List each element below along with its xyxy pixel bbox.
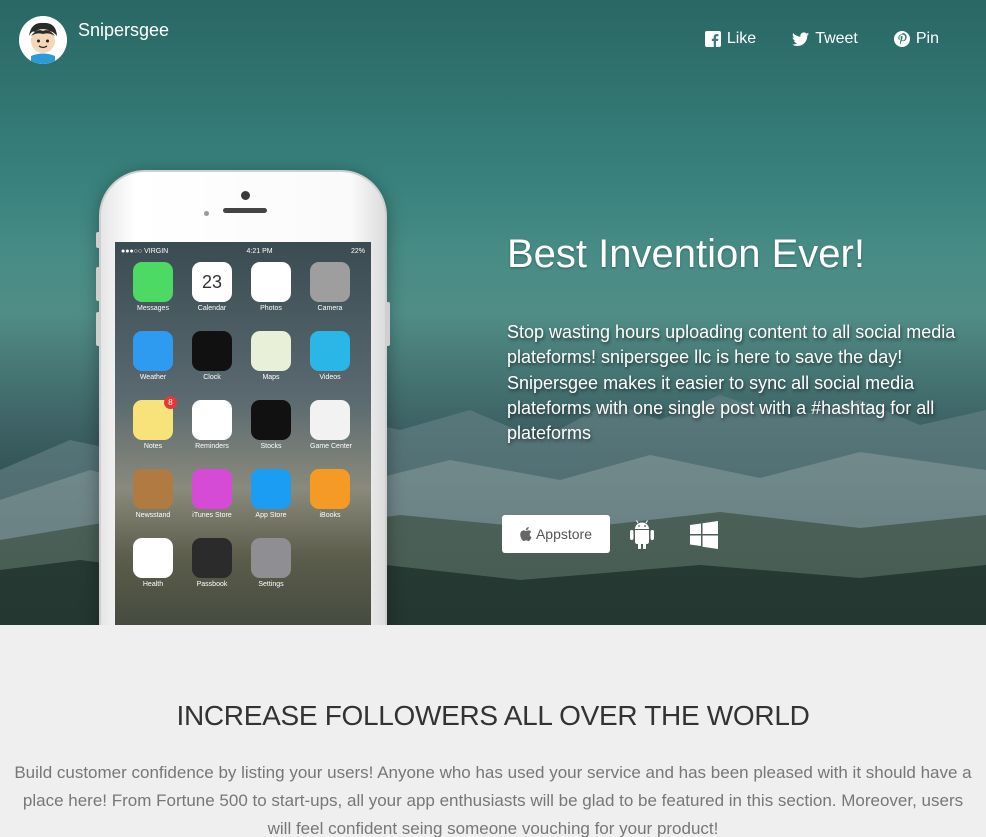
facebook-icon [704,31,721,47]
phone-app-health: Health [133,538,173,588]
app-label: Videos [319,374,341,381]
app-label: Photos [260,305,282,312]
app-label: Calendar [197,305,227,312]
mute-switch [96,232,100,248]
notification-badge: 8 [164,396,177,409]
phone-app-app-store: App Store [251,469,291,519]
volume-down-button [96,312,100,346]
reminders-icon [192,400,232,440]
weather-icon [133,331,173,371]
camera-icon [310,262,350,302]
videos-icon [310,331,350,371]
phone-status-bar: ●●●○○ VIRGIN 4:21 PM 22% [115,244,371,258]
carrier-label: ●●●○○ VIRGIN [121,247,169,255]
phone-app-reminders: Reminders [192,400,232,450]
cartoon-face-icon [19,16,67,64]
volume-up-button [96,267,100,301]
phone-app-calendar: 23 Calendar [192,262,232,312]
features-title: INCREASE FOLLOWERS ALL OVER THE WORLD [176,700,810,731]
phone-app-camera: Camera [310,262,350,312]
app-label: Camera [317,305,343,312]
notes-icon: 8 [133,396,177,440]
app-label: iTunes Store [192,512,232,519]
appstore-button[interactable]: Appstore [502,515,610,553]
phone-app-clock: Clock [192,331,232,381]
app-label: Reminders [195,443,229,450]
app-label: Health [142,581,164,588]
battery-label: 22% [350,247,365,255]
app-label: Clock [203,374,221,381]
stocks-icon [251,400,291,440]
phone-app-stocks: Stocks [251,400,291,450]
phone-app-newsstand: Newsstand [133,469,173,519]
windows-icon[interactable] [690,521,718,549]
phone-screen: ●●●○○ VIRGIN 4:21 PM 22% Messages 23 Calen… [115,242,371,625]
phone-app-game-center: Game Center [310,400,353,450]
app-store-icon [251,469,291,509]
time-label: 4:21 PM [246,247,273,255]
clock-icon [192,331,232,371]
maps-icon [251,331,291,371]
hero-lead-text: Stop wasting hours uploading content to … [507,322,956,444]
itunes-store-icon [192,469,232,509]
app-label: Maps [262,374,280,381]
tweet-label: Tweet [815,30,858,47]
app-label: Game Center [310,443,353,450]
earpiece-speaker [223,208,267,213]
app-label: Stocks [260,443,282,450]
pinterest-icon [893,31,910,47]
settings-icon [251,538,291,578]
app-label: Settings [258,581,284,588]
brand[interactable]: Snipersgee [19,16,169,64]
messages-icon [133,262,173,302]
calendar-icon: 23 [192,262,232,302]
phone-app-passbook: Passbook [192,538,232,588]
apple-icon [520,527,532,541]
pinterest-pin-link[interactable]: Pin [893,30,939,48]
app-label: App Store [255,512,287,519]
phone-app-notes: 8 Notes [133,396,177,450]
brand-name: Snipersgee [78,20,170,40]
android-icon[interactable] [629,519,655,549]
features-text: Build customer confidence by listing you… [14,763,972,837]
appstore-label: Appstore [535,526,593,542]
app-label: Weather [139,374,167,381]
twitter-icon [792,32,810,46]
passbook-icon [192,538,232,578]
ibooks-icon [310,469,350,509]
app-label: Passbook [196,581,228,588]
phone-app-settings: Settings [251,538,291,588]
facebook-like-link[interactable]: Like [704,30,757,48]
phone-app-weather: Weather [133,331,173,381]
game-center-icon [310,400,350,440]
avatar [19,16,67,64]
phone-app-messages: Messages [133,262,173,312]
phone-app-itunes-store: iTunes Store [192,469,232,519]
app-label: Newsstand [135,512,171,519]
sensor-dot [204,211,209,216]
app-label: iBooks [319,512,341,519]
hero-headline: Best Invention Ever! [507,232,865,276]
home-screen-grid: Messages 23 Calendar Photos Camera Weather Clo… [133,262,365,588]
pin-label: Pin [915,30,939,47]
phone-app-maps: Maps [251,331,291,381]
power-button [386,302,390,346]
app-label: Notes [143,443,163,450]
phone-app-ibooks: iBooks [310,469,350,519]
newsstand-icon [133,469,173,509]
phone-app-videos: Videos [310,331,350,381]
photos-icon [251,262,291,302]
app-label: Messages [137,305,169,312]
hero-section: Snipersgee Like Tweet Pin ●●●○○ VIRGIN 4… [0,0,986,625]
like-label: Like [726,30,757,47]
iphone-mockup: ●●●○○ VIRGIN 4:21 PM 22% Messages 23 Calen… [96,170,390,625]
twitter-tweet-link[interactable]: Tweet [792,30,858,48]
calendar-date: 23 [201,271,223,292]
front-camera [241,191,250,200]
phone-app-photos: Photos [251,262,291,312]
health-icon [133,538,173,578]
share-links: Like Tweet Pin [704,30,939,48]
